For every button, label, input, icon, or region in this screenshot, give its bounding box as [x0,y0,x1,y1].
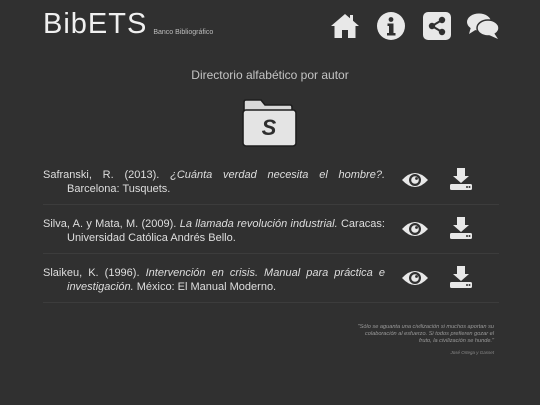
folder-letter-badge: S [241,98,297,148]
chat-icon [467,13,500,39]
chat-button[interactable] [466,11,500,41]
reference-list: Safranski, R. (2013). ¿Cuánta verdad nec… [43,156,499,303]
list-item: Silva, A. y Mata, M. (2009). La llamada … [43,205,499,254]
share-button[interactable] [420,11,454,41]
page-title: Directorio alfabético por autor [191,68,349,82]
reference-title: La llamada revolución industrial. [179,218,338,230]
list-item: Slaikeu, K. (1996). Intervención en cris… [43,254,499,303]
download-icon[interactable] [449,216,473,240]
reference-publisher: Barcelona: Tusquets. [67,183,171,195]
info-button[interactable] [374,11,408,41]
list-item: Safranski, R. (2013). ¿Cuánta verdad nec… [43,156,499,205]
reference-text: Silva, A. y Mata, M. (2009). La llamada … [43,217,385,245]
footer-quote: "Sólo se aguanta una civilización si muc… [352,324,494,356]
reference-publisher: México: El Manual Moderno. [136,281,277,293]
reference-authors: Safranski, R. (2013). [43,169,160,181]
eye-icon[interactable] [401,170,429,190]
reference-authors: Silva, A. y Mata, M. (2009). [43,218,177,230]
download-icon[interactable] [449,167,473,191]
quote-text: "Sólo se aguanta una civilización si muc… [357,324,494,344]
reference-title: ¿Cuánta verdad necesita el hombre?. [170,169,386,181]
download-icon[interactable] [449,265,473,289]
logo-subtitle: Banco Bibliográfico [153,29,214,36]
reference-authors: Slaikeu, K. (1996). [43,267,140,279]
home-button[interactable] [328,11,362,41]
eye-icon[interactable] [401,219,429,239]
logo[interactable]: BibETS Banco Bibliográfico [43,8,213,40]
header: BibETS Banco Bibliográfico [0,0,540,52]
eye-icon[interactable] [401,268,429,288]
home-icon [331,14,359,38]
reference-text: Safranski, R. (2013). ¿Cuánta verdad nec… [43,168,385,196]
share-icon [423,12,451,40]
logo-text[interactable]: BibETS [43,8,147,40]
folder-letter: S [261,115,277,140]
quote-author: José Ortega y Gasset [450,350,494,355]
top-nav [328,11,500,41]
reference-text: Slaikeu, K. (1996). Intervención en cris… [43,266,385,294]
info-icon [377,12,405,40]
